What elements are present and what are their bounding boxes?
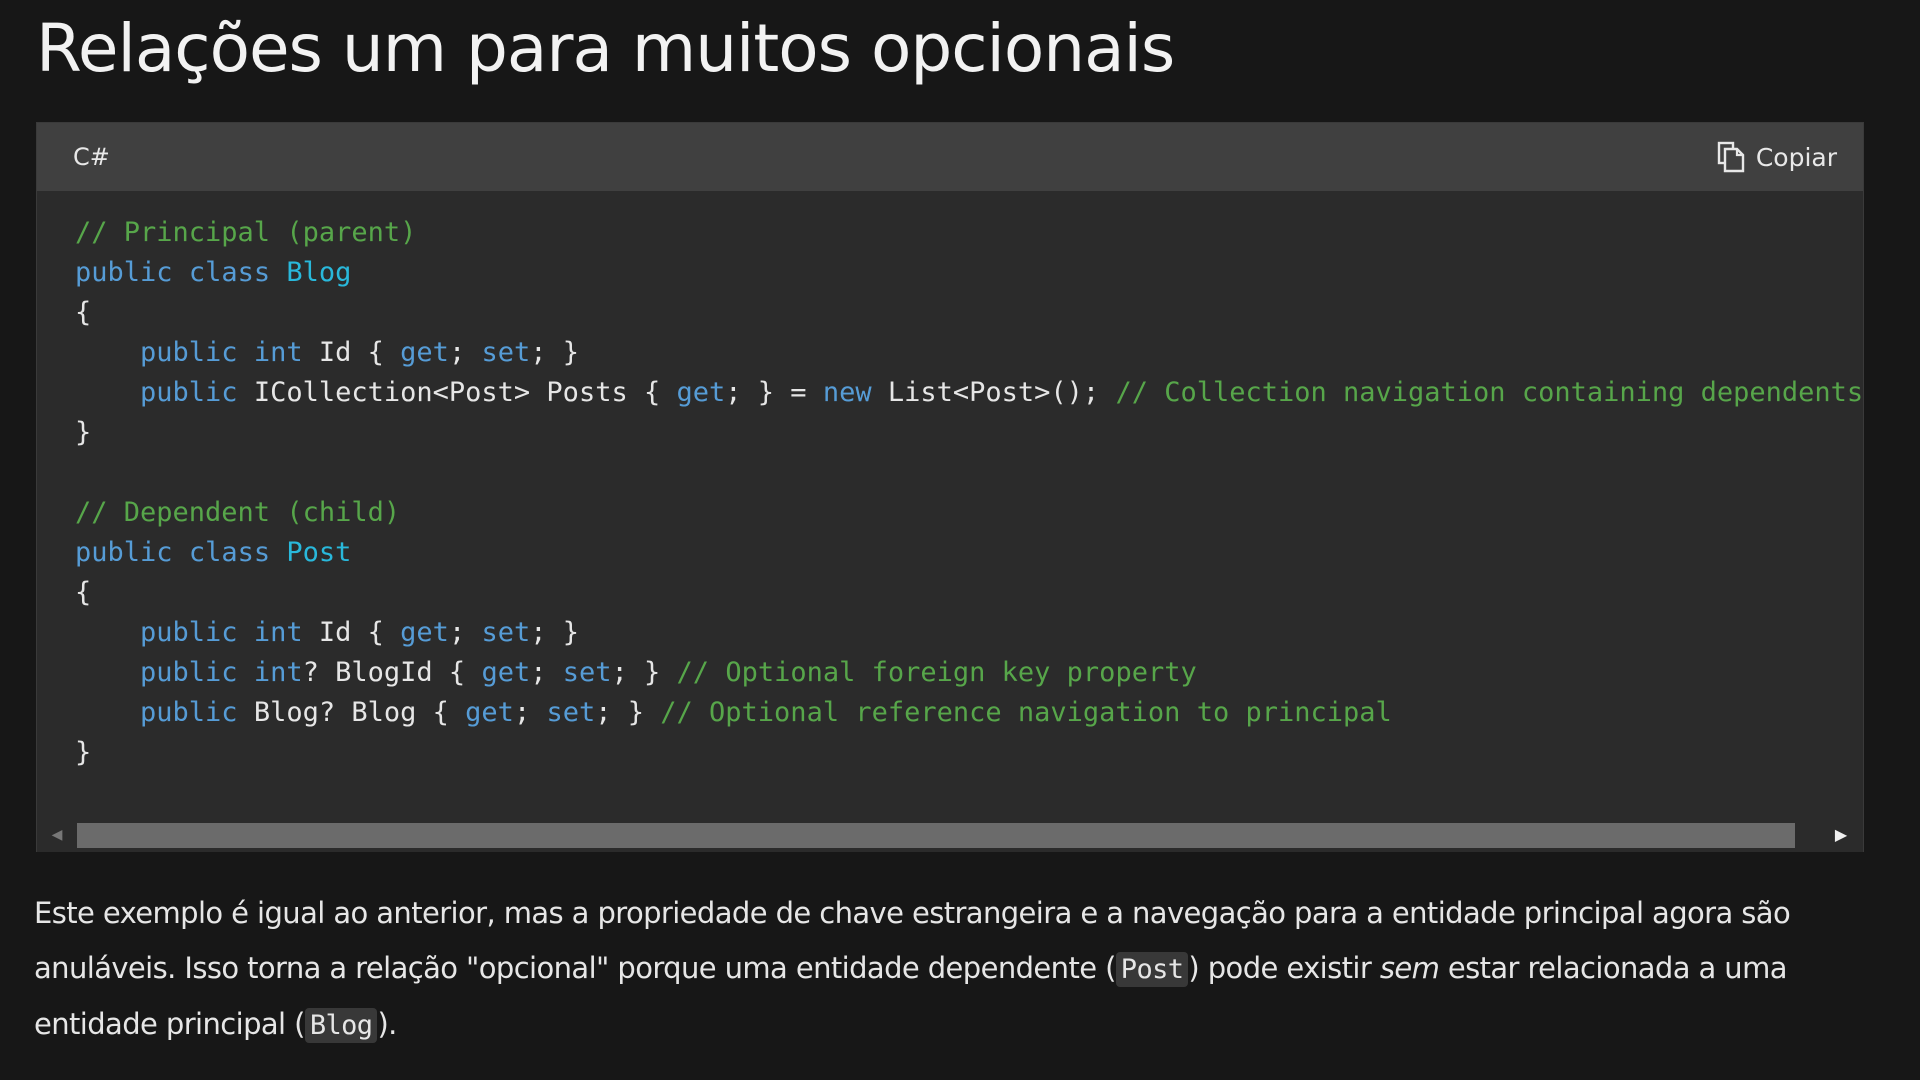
code-token: get [481,657,531,688]
inline-code-blog: Blog [304,1008,378,1043]
code-token: public [140,657,238,688]
code-token: set [546,697,596,728]
code-token: class [188,257,271,288]
paragraph-text: ) pode existir [1188,951,1380,985]
code-line: public int? BlogId { get; set; } // Opti… [75,653,1863,693]
code-token: // Dependent (child) [75,497,401,528]
code-token: get [400,337,449,368]
code-token: public [75,257,173,288]
triangle-left-icon[interactable]: ◀ [47,825,67,845]
doc-page: Relações um para muitos opcionais C# Cop… [0,0,1920,1080]
code-token: ICollection<Post> Posts { [237,377,677,408]
code-token: List<Post>(); [871,377,1116,408]
copy-label: Copiar [1755,142,1837,172]
code-token: class [188,537,271,568]
code-token: ; [530,657,563,688]
triangle-right-icon[interactable]: ▶ [1831,825,1851,845]
code-token: // Optional reference navigation to prin… [660,697,1392,728]
code-line: public Blog? Blog { get; set; } // Optio… [75,693,1863,733]
code-token: set [481,337,531,368]
inline-code-post: Post [1115,952,1189,987]
code-token: } [75,417,92,448]
code-token: public [140,617,238,648]
code-token: // Principal (parent) [75,217,417,248]
code-token: public [140,377,238,408]
page-title: Relações um para muitos opcionais [36,10,1175,87]
code-line: } [75,733,1863,773]
code-token: public [75,537,173,568]
code-token: int [253,657,303,688]
code-header: C# Copiar [37,123,1863,191]
code-token: ; [448,617,482,648]
code-line: public int Id { get; set; } [75,333,1863,373]
code-line: // Dependent (child) [75,493,1863,533]
code-token: ; } [611,657,677,688]
code-token: ; [513,697,547,728]
code-token: set [562,657,612,688]
code-token: int [253,617,303,648]
code-token: { [75,577,92,608]
horizontal-scrollbar[interactable]: ◀ ▶ [37,819,1863,852]
code-token: // Collection navigation containing depe… [1115,377,1863,408]
code-line: public ICollection<Post> Posts { get; } … [75,373,1863,413]
language-label: C# [73,143,110,171]
copy-button[interactable]: Copiar [1716,141,1837,173]
code-line: public class Blog [75,253,1863,293]
code-token: public [140,337,238,368]
code-token: Id { [302,617,401,648]
paragraph-text: ). [377,1007,397,1041]
code-token: get [676,377,726,408]
code-line: { [75,293,1863,333]
code-line: public class Post [75,533,1863,573]
code-line: public int Id { get; set; } [75,613,1863,653]
emphasis-text: sem [1379,951,1440,985]
code-token: set [481,617,531,648]
code-token: // Optional foreign key property [676,657,1197,688]
scrollbar-thumb[interactable] [77,823,1795,848]
code-line: { [75,573,1863,613]
code-token: get [465,697,514,728]
code-token: { [75,297,92,328]
code-line: } [75,413,1863,453]
code-token: } [75,737,92,768]
code-token: ? BlogId { [302,657,482,688]
code-token: ; } [530,337,580,368]
code-token: Id { [302,337,401,368]
code-token: ; } [595,697,661,728]
code-token: ; } = [725,377,823,408]
code-token: Blog [286,257,352,288]
code-token: public [140,697,238,728]
code-token: ; [448,337,482,368]
code-line: // Principal (parent) [75,213,1863,253]
code-token: Post [286,537,352,568]
code-block: C# Copiar // Principal (parent) public cl… [36,122,1864,852]
code-token: Blog? Blog { [237,697,466,728]
code-token: new [822,377,872,408]
code-area[interactable]: // Principal (parent) public class Blog{ … [37,191,1863,819]
description-paragraph: Este exemplo é igual ao anterior, mas a … [34,886,1894,1053]
code-token: int [253,337,303,368]
copy-icon [1717,141,1745,173]
code-content: // Principal (parent) public class Blog{ … [75,213,1863,773]
code-token: get [400,617,449,648]
code-token: ; } [530,617,580,648]
